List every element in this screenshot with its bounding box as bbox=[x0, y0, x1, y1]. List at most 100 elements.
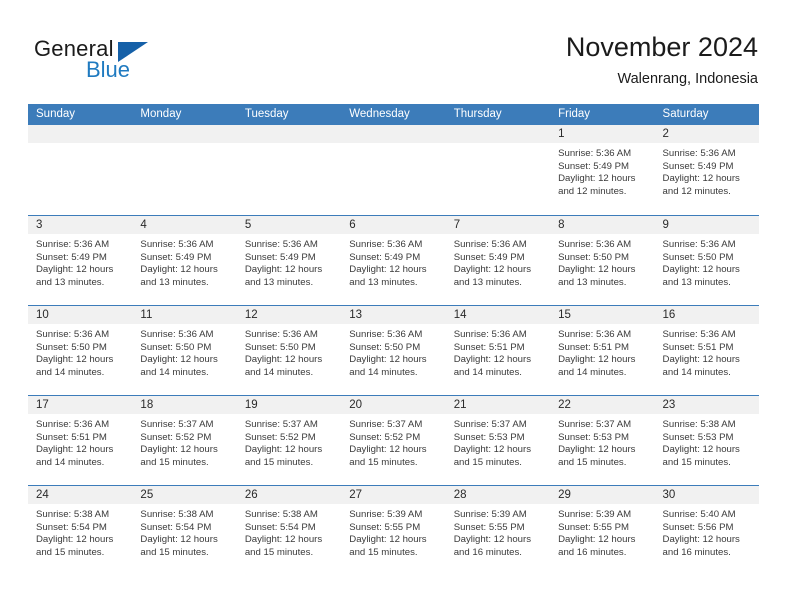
sunrise-text: Sunrise: 5:36 AM bbox=[36, 239, 110, 250]
daylight-text: Daylight: 12 hours and 14 minutes. bbox=[36, 444, 114, 468]
calendar-day-cell[interactable]: 3 Sunrise: 5:36 AM Sunset: 5:49 PM Daylight… bbox=[28, 216, 133, 305]
calendar-day-cell[interactable]: 22 Sunrise: 5:37 AM Sunset: 5:53 PM Dayligh… bbox=[550, 396, 655, 485]
day-number: 27 bbox=[349, 489, 363, 501]
day-sun-info: Sunrise: 5:38 AM Sunset: 5:53 PM Daylight:… bbox=[655, 414, 759, 469]
calendar-day-cell[interactable]: 11 Sunrise: 5:36 AM Sunset: 5:50 PM Dayligh… bbox=[132, 306, 237, 395]
calendar-day-cell[interactable]: 7 Sunrise: 5:36 AM Sunset: 5:49 PM Daylight… bbox=[445, 216, 551, 305]
daylight-text: Daylight: 12 hours and 14 minutes. bbox=[349, 354, 427, 378]
sunset-text: Sunset: 5:52 PM bbox=[244, 431, 316, 443]
day-sun-info: Sunrise: 5:37 AM Sunset: 5:52 PM Daylight:… bbox=[237, 414, 341, 469]
daylight-text: Daylight: 12 hours and 15 minutes. bbox=[662, 444, 740, 468]
calendar-day-cell[interactable]: 2 Sunrise: 5:36 AM Sunset: 5:49 PM Daylight… bbox=[654, 125, 759, 215]
sunset-text: Sunset: 5:51 PM bbox=[36, 431, 107, 443]
calendar-day-cell-empty bbox=[445, 125, 551, 215]
day-number: 8 bbox=[558, 219, 565, 231]
day-number-band: 18 bbox=[132, 396, 237, 414]
day-number: 19 bbox=[244, 399, 258, 411]
day-number-band: 7 bbox=[445, 216, 551, 234]
sunset-text: Sunset: 5:51 PM bbox=[558, 341, 630, 353]
calendar-day-cell[interactable]: 18 Sunrise: 5:37 AM Sunset: 5:52 PM Dayligh… bbox=[132, 396, 237, 485]
calendar-day-cell[interactable]: 6 Sunrise: 5:36 AM Sunset: 5:49 PM Daylight… bbox=[341, 216, 446, 305]
calendar-week-row: 10 Sunrise: 5:36 AM Sunset: 5:50 PM Dayligh… bbox=[28, 305, 759, 395]
sunset-text: Sunset: 5:49 PM bbox=[36, 251, 107, 263]
day-sun-info: Sunrise: 5:36 AM Sunset: 5:50 PM Daylight:… bbox=[237, 324, 341, 379]
day-sun-info: Sunrise: 5:37 AM Sunset: 5:53 PM Daylight:… bbox=[446, 414, 550, 469]
calendar-week-row: 1 Sunrise: 5:36 AM Sunset: 5:49 PM Daylight… bbox=[28, 125, 759, 215]
calendar-day-cell[interactable]: 21 Sunrise: 5:37 AM Sunset: 5:53 PM Dayligh… bbox=[445, 396, 551, 485]
day-number-band: 16 bbox=[654, 306, 759, 324]
calendar-day-cell[interactable]: 4 Sunrise: 5:36 AM Sunset: 5:49 PM Daylight… bbox=[132, 216, 237, 305]
day-sun-info: Sunrise: 5:37 AM Sunset: 5:52 PM Daylight:… bbox=[341, 414, 445, 469]
day-number-band: 14 bbox=[445, 306, 551, 324]
day-number-band: 23 bbox=[654, 396, 759, 414]
calendar-day-cell[interactable]: 26 Sunrise: 5:38 AM Sunset: 5:54 PM Dayligh… bbox=[236, 486, 342, 575]
sunrise-text: Sunrise: 5:36 AM bbox=[36, 419, 110, 430]
sunrise-text: Sunrise: 5:36 AM bbox=[453, 329, 527, 340]
calendar-day-cell[interactable]: 1 Sunrise: 5:36 AM Sunset: 5:49 PM Daylight… bbox=[550, 125, 655, 215]
day-number: 28 bbox=[453, 489, 467, 501]
sunrise-text: Sunrise: 5:36 AM bbox=[349, 329, 423, 340]
day-number-band: 28 bbox=[445, 486, 551, 504]
sunset-text: Sunset: 5:50 PM bbox=[36, 341, 107, 353]
sunset-text: Sunset: 5:55 PM bbox=[453, 521, 525, 533]
calendar-day-cell[interactable]: 16 Sunrise: 5:36 AM Sunset: 5:51 PM Dayligh… bbox=[654, 306, 759, 395]
day-sun-info: Sunrise: 5:36 AM Sunset: 5:49 PM Daylight:… bbox=[446, 234, 550, 289]
sunrise-text: Sunrise: 5:38 AM bbox=[36, 509, 110, 520]
calendar-day-cell-empty bbox=[132, 125, 237, 215]
calendar-day-cell[interactable]: 13 Sunrise: 5:36 AM Sunset: 5:50 PM Dayligh… bbox=[341, 306, 446, 395]
day-number: 5 bbox=[244, 219, 252, 231]
sunset-text: Sunset: 5:52 PM bbox=[140, 431, 212, 443]
calendar-day-cell[interactable]: 15 Sunrise: 5:36 AM Sunset: 5:51 PM Dayligh… bbox=[550, 306, 655, 395]
calendar-day-cell-empty bbox=[236, 125, 342, 215]
sunrise-text: Sunrise: 5:36 AM bbox=[453, 239, 527, 250]
day-number-band: 9 bbox=[654, 216, 759, 234]
calendar-day-cell[interactable]: 19 Sunrise: 5:37 AM Sunset: 5:52 PM Dayligh… bbox=[236, 396, 342, 485]
sunrise-text: Sunrise: 5:37 AM bbox=[453, 419, 527, 430]
calendar-day-cell[interactable]: 28 Sunrise: 5:39 AM Sunset: 5:55 PM Dayligh… bbox=[445, 486, 551, 575]
calendar-day-cell[interactable]: 5 Sunrise: 5:36 AM Sunset: 5:49 PM Daylight… bbox=[236, 216, 342, 305]
day-number-band bbox=[236, 125, 342, 143]
weekday-header-monday: Monday bbox=[140, 108, 182, 120]
day-number: 22 bbox=[558, 399, 571, 411]
day-sun-info: Sunrise: 5:39 AM Sunset: 5:55 PM Daylight:… bbox=[446, 504, 550, 559]
calendar-day-cell[interactable]: 12 Sunrise: 5:36 AM Sunset: 5:50 PM Dayligh… bbox=[236, 306, 342, 395]
daylight-text: Daylight: 12 hours and 15 minutes. bbox=[453, 444, 532, 468]
day-number-band bbox=[28, 125, 133, 143]
calendar-day-cell[interactable]: 17 Sunrise: 5:36 AM Sunset: 5:51 PM Dayligh… bbox=[28, 396, 133, 485]
calendar-day-cell[interactable]: 29 Sunrise: 5:39 AM Sunset: 5:55 PM Dayligh… bbox=[550, 486, 655, 575]
calendar-day-cell[interactable]: 30 Sunrise: 5:40 AM Sunset: 5:56 PM Dayligh… bbox=[654, 486, 759, 575]
sunset-text: Sunset: 5:53 PM bbox=[558, 431, 630, 443]
calendar-table: Sunday Monday Tuesday Wednesday Thursday… bbox=[28, 104, 759, 575]
calendar-day-cell[interactable]: 14 Sunrise: 5:36 AM Sunset: 5:51 PM Dayligh… bbox=[445, 306, 551, 395]
calendar-day-cell[interactable]: 10 Sunrise: 5:36 AM Sunset: 5:50 PM Dayligh… bbox=[28, 306, 133, 395]
sunset-text: Sunset: 5:50 PM bbox=[662, 251, 734, 263]
day-number-band: 20 bbox=[341, 396, 446, 414]
day-sun-info: Sunrise: 5:36 AM Sunset: 5:50 PM Daylight:… bbox=[655, 234, 759, 289]
sunset-text: Sunset: 5:49 PM bbox=[244, 251, 316, 263]
day-number: 24 bbox=[36, 489, 49, 501]
day-number: 2 bbox=[662, 128, 669, 140]
calendar-day-cell[interactable]: 25 Sunrise: 5:38 AM Sunset: 5:54 PM Dayligh… bbox=[132, 486, 237, 575]
calendar-day-cell[interactable]: 24 Sunrise: 5:38 AM Sunset: 5:54 PM Dayligh… bbox=[28, 486, 133, 575]
calendar-day-cell[interactable]: 9 Sunrise: 5:36 AM Sunset: 5:50 PM Daylight… bbox=[654, 216, 759, 305]
day-sun-info: Sunrise: 5:36 AM Sunset: 5:49 PM Daylight:… bbox=[341, 234, 445, 289]
day-number-band: 30 bbox=[654, 486, 759, 504]
sunrise-text: Sunrise: 5:36 AM bbox=[558, 148, 632, 159]
calendar-day-cell[interactable]: 8 Sunrise: 5:36 AM Sunset: 5:50 PM Daylight… bbox=[550, 216, 655, 305]
day-number-band: 19 bbox=[236, 396, 342, 414]
day-sun-info: Sunrise: 5:38 AM Sunset: 5:54 PM Daylight:… bbox=[28, 504, 132, 559]
calendar-day-cell[interactable]: 20 Sunrise: 5:37 AM Sunset: 5:52 PM Dayligh… bbox=[341, 396, 446, 485]
calendar-day-cell[interactable]: 27 Sunrise: 5:39 AM Sunset: 5:55 PM Dayligh… bbox=[341, 486, 446, 575]
day-number-band: 22 bbox=[550, 396, 655, 414]
weekday-header-thursday: Thursday bbox=[453, 108, 502, 120]
day-number-band: 15 bbox=[550, 306, 655, 324]
sunset-text: Sunset: 5:49 PM bbox=[349, 251, 421, 263]
brand-logo[interactable]: General Blue bbox=[34, 36, 214, 88]
daylight-text: Daylight: 12 hours and 13 minutes. bbox=[244, 264, 323, 288]
sunset-text: Sunset: 5:50 PM bbox=[244, 341, 316, 353]
calendar-day-cell[interactable]: 23 Sunrise: 5:38 AM Sunset: 5:53 PM Dayligh… bbox=[654, 396, 759, 485]
daylight-text: Daylight: 12 hours and 14 minutes. bbox=[453, 354, 532, 378]
day-sun-info: Sunrise: 5:37 AM Sunset: 5:52 PM Daylight:… bbox=[132, 414, 236, 469]
day-sun-info: Sunrise: 5:36 AM Sunset: 5:51 PM Daylight:… bbox=[446, 324, 550, 379]
daylight-text: Daylight: 12 hours and 15 minutes. bbox=[244, 444, 323, 468]
